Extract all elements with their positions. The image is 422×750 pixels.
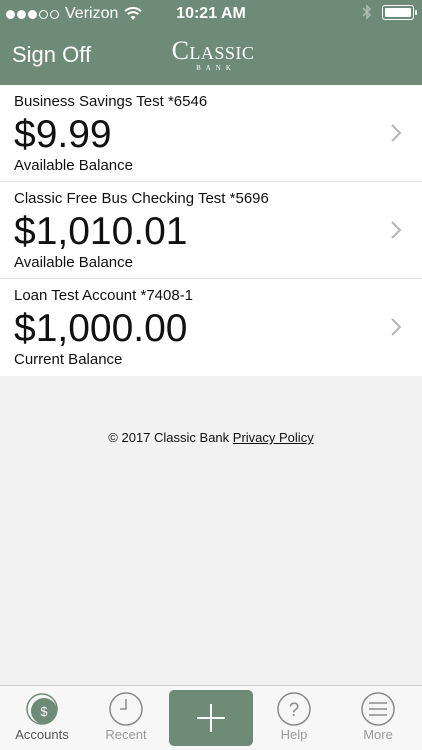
privacy-policy-link[interactable]: Privacy Policy <box>233 430 314 445</box>
tab-label: Help <box>280 727 308 742</box>
tab-bar: $ Accounts Recent ? Help More <box>0 685 422 750</box>
clock-icon <box>109 692 143 726</box>
tab-label: Recent <box>105 727 147 742</box>
svg-text:$: $ <box>40 704 48 719</box>
logo-subtext: BANK <box>196 64 236 72</box>
account-list: Business Savings Test *6546 $9.99 Availa… <box>0 85 422 376</box>
battery-icon <box>382 4 417 20</box>
status-right <box>362 4 417 20</box>
tab-help[interactable]: ? Help <box>252 686 336 750</box>
balance-label: Available Balance <box>14 254 133 271</box>
status-bar: Verizon 10:21 AM <box>0 0 422 28</box>
bluetooth-icon <box>362 4 372 20</box>
account-row[interactable]: Business Savings Test *6546 $9.99 Availa… <box>0 85 422 182</box>
classic-bank-logo: Classic BANK <box>168 36 258 73</box>
tab-label: More <box>363 727 393 742</box>
copyright-footer: © 2017 Classic Bank Privacy Policy <box>0 430 422 445</box>
account-row[interactable]: Classic Free Bus Checking Test *5696 $1,… <box>0 182 422 279</box>
account-name: Classic Free Bus Checking Test *5696 <box>14 190 269 207</box>
balance-label: Available Balance <box>14 157 133 174</box>
status-time: 10:21 AM <box>176 5 246 22</box>
help-icon: ? <box>277 692 311 726</box>
plus-icon <box>197 704 225 732</box>
add-button[interactable] <box>169 690 253 746</box>
nav-header: Sign Off Classic BANK <box>0 28 422 85</box>
menu-icon <box>361 692 395 726</box>
tab-recent[interactable]: Recent <box>84 686 168 750</box>
account-name: Loan Test Account *7408-1 <box>14 287 194 304</box>
balance-label: Current Balance <box>14 351 123 368</box>
chevron-right-icon <box>391 124 402 142</box>
account-balance: $1,010.01 <box>14 210 188 253</box>
sign-off-button[interactable]: Sign Off <box>12 42 91 68</box>
dollar-icon: $ <box>26 693 58 725</box>
tab-label: Accounts <box>15 727 69 742</box>
chevron-right-icon <box>391 221 402 239</box>
account-row[interactable]: Loan Test Account *7408-1 $1,000.00 Curr… <box>0 279 422 376</box>
copyright-text: © 2017 Classic Bank <box>108 430 230 445</box>
svg-text:?: ? <box>289 700 300 721</box>
account-name: Business Savings Test *6546 <box>14 93 208 110</box>
tab-more[interactable]: More <box>336 686 420 750</box>
tab-accounts[interactable]: $ Accounts <box>0 686 84 750</box>
logo-text: Classic <box>171 36 255 65</box>
account-balance: $9.99 <box>14 113 112 156</box>
chevron-right-icon <box>391 318 402 336</box>
account-balance: $1,000.00 <box>14 307 188 350</box>
